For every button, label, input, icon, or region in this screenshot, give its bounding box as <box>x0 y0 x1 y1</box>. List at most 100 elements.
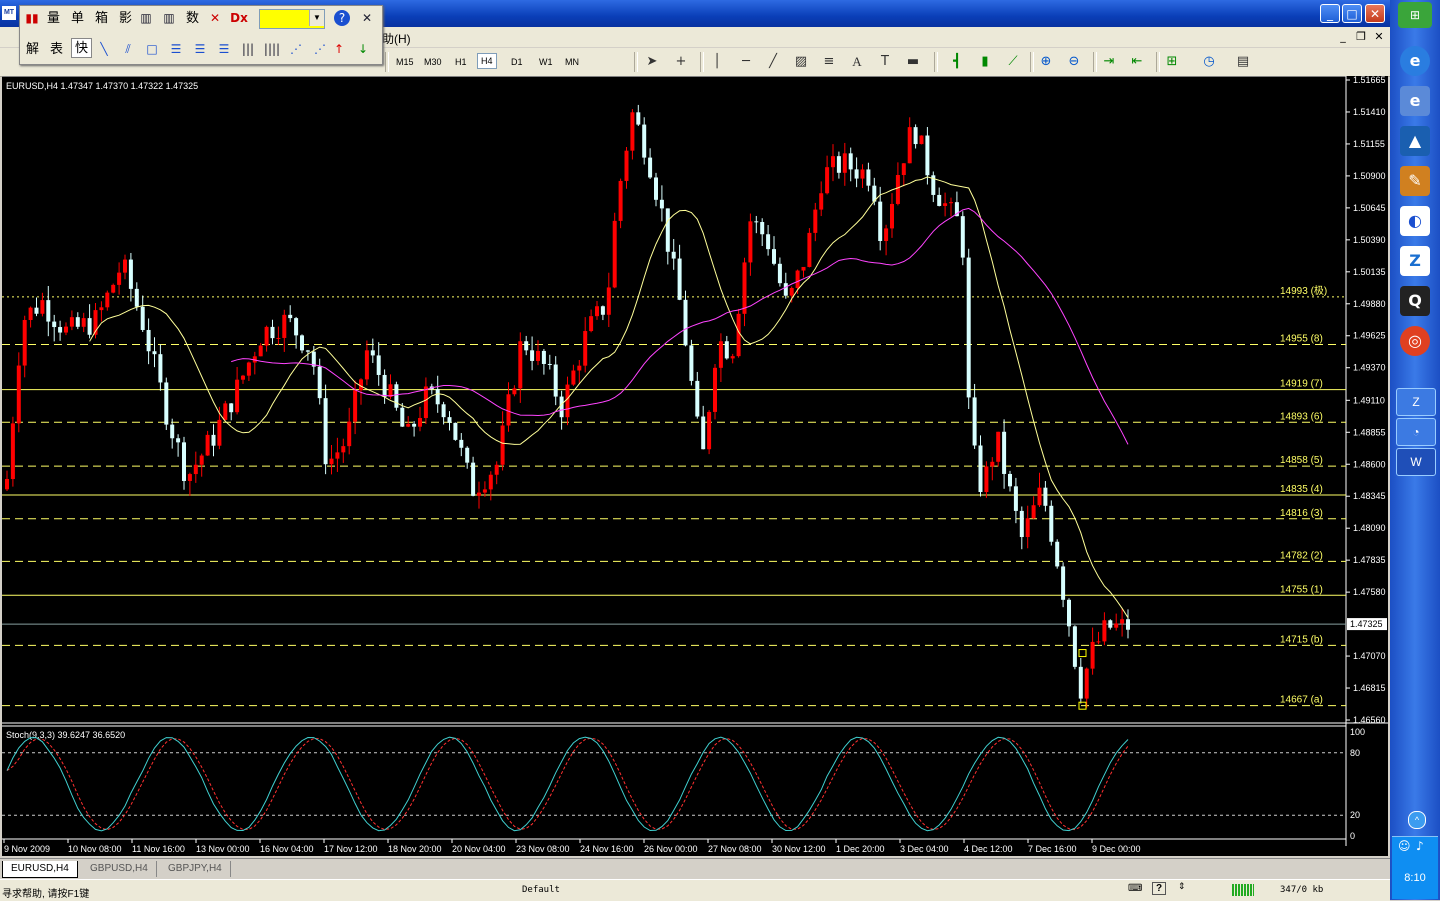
candle-body <box>199 455 204 465</box>
cursor-icon[interactable]: ➤ <box>643 53 661 71</box>
periods-clock-icon[interactable]: ◷ <box>1200 53 1218 71</box>
fibonacci-icon[interactable]: ≡ <box>820 53 838 71</box>
text-label-icon[interactable]: T <box>876 53 894 71</box>
zoom-out-icon[interactable]: ⊖ <box>1065 53 1083 71</box>
candle-body <box>128 259 133 289</box>
keyboard-icon[interactable]: ⌨ <box>1128 883 1142 894</box>
mdi-restore-button[interactable]: ❐ <box>1354 30 1368 44</box>
tab-gbpjpy[interactable]: GBPJPY,H4 <box>160 861 231 877</box>
bars-icon[interactable]: ▥ <box>137 9 155 27</box>
fib-time-icon[interactable]: ☰ <box>215 40 233 58</box>
cycle-lines-icon[interactable]: |||| <box>263 40 281 58</box>
media-icon[interactable]: ◎ <box>1400 326 1430 356</box>
browser-icon[interactable]: e <box>1400 86 1430 116</box>
chart-shift-icon[interactable]: ⇤ <box>1128 53 1146 71</box>
start-button[interactable]: ⊞ <box>1398 2 1432 28</box>
chart-window[interactable]: EURUSD,H4 1.47347 1.47370 1.47322 1.4732… <box>2 75 1388 856</box>
minimize-button[interactable]: _ <box>1320 4 1340 23</box>
candle-body <box>789 287 794 296</box>
menu-help[interactable]: 助(H) <box>382 30 411 47</box>
close-button[interactable]: ✕ <box>1365 4 1385 23</box>
timeframe-m15[interactable]: M15 <box>393 55 417 69</box>
candle-body <box>488 474 493 490</box>
timeframe-m30[interactable]: M30 <box>421 55 445 69</box>
status-help-icon[interactable]: ? <box>1152 882 1167 895</box>
indicators-icon[interactable]: ⊞ <box>1163 53 1181 71</box>
tool-table[interactable]: 表 <box>50 40 63 58</box>
ie-icon[interactable]: e <box>1400 46 1430 76</box>
arrow-up-icon[interactable]: ↑ <box>330 40 348 58</box>
tab-gbpusd[interactable]: GBPUSD,H4 <box>82 861 157 877</box>
line-chart-icon[interactable]: ⟋ <box>1004 53 1022 71</box>
mdi-minimize-button[interactable]: _ <box>1336 30 1350 44</box>
timeframe-d1[interactable]: D1 <box>508 55 526 69</box>
vertical-line-icon[interactable]: │ <box>708 53 726 71</box>
chart-type-icon[interactable]: ▮▮ <box>23 9 41 27</box>
tool-number[interactable]: 数 <box>186 9 199 27</box>
qq-icon[interactable]: Q <box>1400 286 1430 316</box>
arrow-symbol-icon[interactable]: ▬ <box>904 53 922 71</box>
autoscroll-icon[interactable]: ⇥ <box>1100 53 1118 71</box>
arrow-down-icon[interactable]: ↓ <box>354 40 372 58</box>
bar-chart-icon[interactable]: ┫ <box>948 53 966 71</box>
task-button-1[interactable]: Z <box>1396 388 1436 416</box>
candle-body <box>288 314 293 319</box>
candle-body <box>406 423 411 427</box>
timeframe-h1[interactable]: H1 <box>452 55 470 69</box>
bars-alt-icon[interactable]: ▥ <box>160 9 178 27</box>
crosshair-icon[interactable]: + <box>672 53 690 71</box>
tab-eurusd[interactable]: EURUSD,H4 <box>2 861 78 878</box>
color-dropdown-icon[interactable]: ▼ <box>309 10 324 26</box>
task-button-2[interactable]: ◔ <box>1396 418 1436 446</box>
dx-icon[interactable]: Dx <box>230 9 248 27</box>
tool-volume[interactable]: 量 <box>47 9 60 27</box>
app-triangle-icon[interactable]: ▲ <box>1400 126 1430 156</box>
paint-icon[interactable]: ✎ <box>1400 166 1430 196</box>
gann-fan-icon[interactable]: ⋰ <box>311 40 329 58</box>
candle-body <box>99 307 104 311</box>
timeframe-mn[interactable]: MN <box>562 55 582 69</box>
line-tool-icon[interactable]: ╲ <box>95 40 113 58</box>
horizontal-line-icon[interactable]: ─ <box>737 53 755 71</box>
floatbar-close-icon[interactable]: ✕ <box>358 9 376 27</box>
tool-shadow[interactable]: 影 <box>119 9 132 27</box>
fib-tool-icon[interactable]: ☰ <box>167 40 185 58</box>
timeframe-h4[interactable]: H4 <box>477 53 497 69</box>
tool-explain[interactable]: 解 <box>26 40 39 58</box>
price-tick-label: 1.46560 <box>1353 715 1386 725</box>
tray-scroll-icon[interactable]: ^ <box>1408 811 1426 829</box>
price-chart[interactable]: EURUSD,H4 1.47347 1.47370 1.47322 1.4732… <box>2 75 1388 856</box>
tray-volume-icon[interactable]: ♪ <box>1416 839 1424 853</box>
tool-quick[interactable]: 快 <box>71 38 93 58</box>
fib-ext-icon[interactable]: ☰ <box>191 40 209 58</box>
candle-body <box>317 366 322 399</box>
tool-order[interactable]: 单 <box>71 9 84 27</box>
cross-icon[interactable]: ✕ <box>206 9 224 27</box>
trendline-icon[interactable]: ╱ <box>764 53 782 71</box>
tray-qq-icon[interactable]: ☺ <box>1398 839 1411 853</box>
candle-body <box>890 203 894 229</box>
zoom-in-icon[interactable]: ⊕ <box>1037 53 1055 71</box>
shield-icon[interactable]: ◐ <box>1400 206 1430 236</box>
text-icon[interactable]: A <box>848 53 866 71</box>
connection-bars-icon <box>1232 884 1254 896</box>
rectangle-tool-icon[interactable]: □ <box>143 40 161 58</box>
vertical-lines-icon[interactable]: ||| <box>239 40 257 58</box>
candle-body <box>494 464 499 475</box>
help-icon[interactable]: ? <box>334 10 350 26</box>
fan-tool-icon[interactable]: ⋰ <box>287 40 305 58</box>
z-app-icon[interactable]: Z <box>1400 246 1430 276</box>
candle-chart-icon[interactable]: ▮ <box>976 53 994 71</box>
timeframe-w1[interactable]: W1 <box>536 55 556 69</box>
status-scroll-icon[interactable]: ⇕ <box>1178 881 1186 892</box>
task-button-3[interactable]: W <box>1396 448 1436 476</box>
templates-icon[interactable]: ▤ <box>1234 53 1252 71</box>
parallel-tool-icon[interactable]: ⫽ <box>119 40 137 58</box>
maximize-button[interactable]: □ <box>1342 4 1362 23</box>
candle-body <box>282 314 287 338</box>
candle-body <box>1031 505 1036 519</box>
tool-box[interactable]: 箱 <box>95 9 108 27</box>
channel-icon[interactable]: ▨ <box>792 53 810 71</box>
mdi-close-button[interactable]: ✕ <box>1372 30 1386 44</box>
candle-body <box>848 153 853 170</box>
